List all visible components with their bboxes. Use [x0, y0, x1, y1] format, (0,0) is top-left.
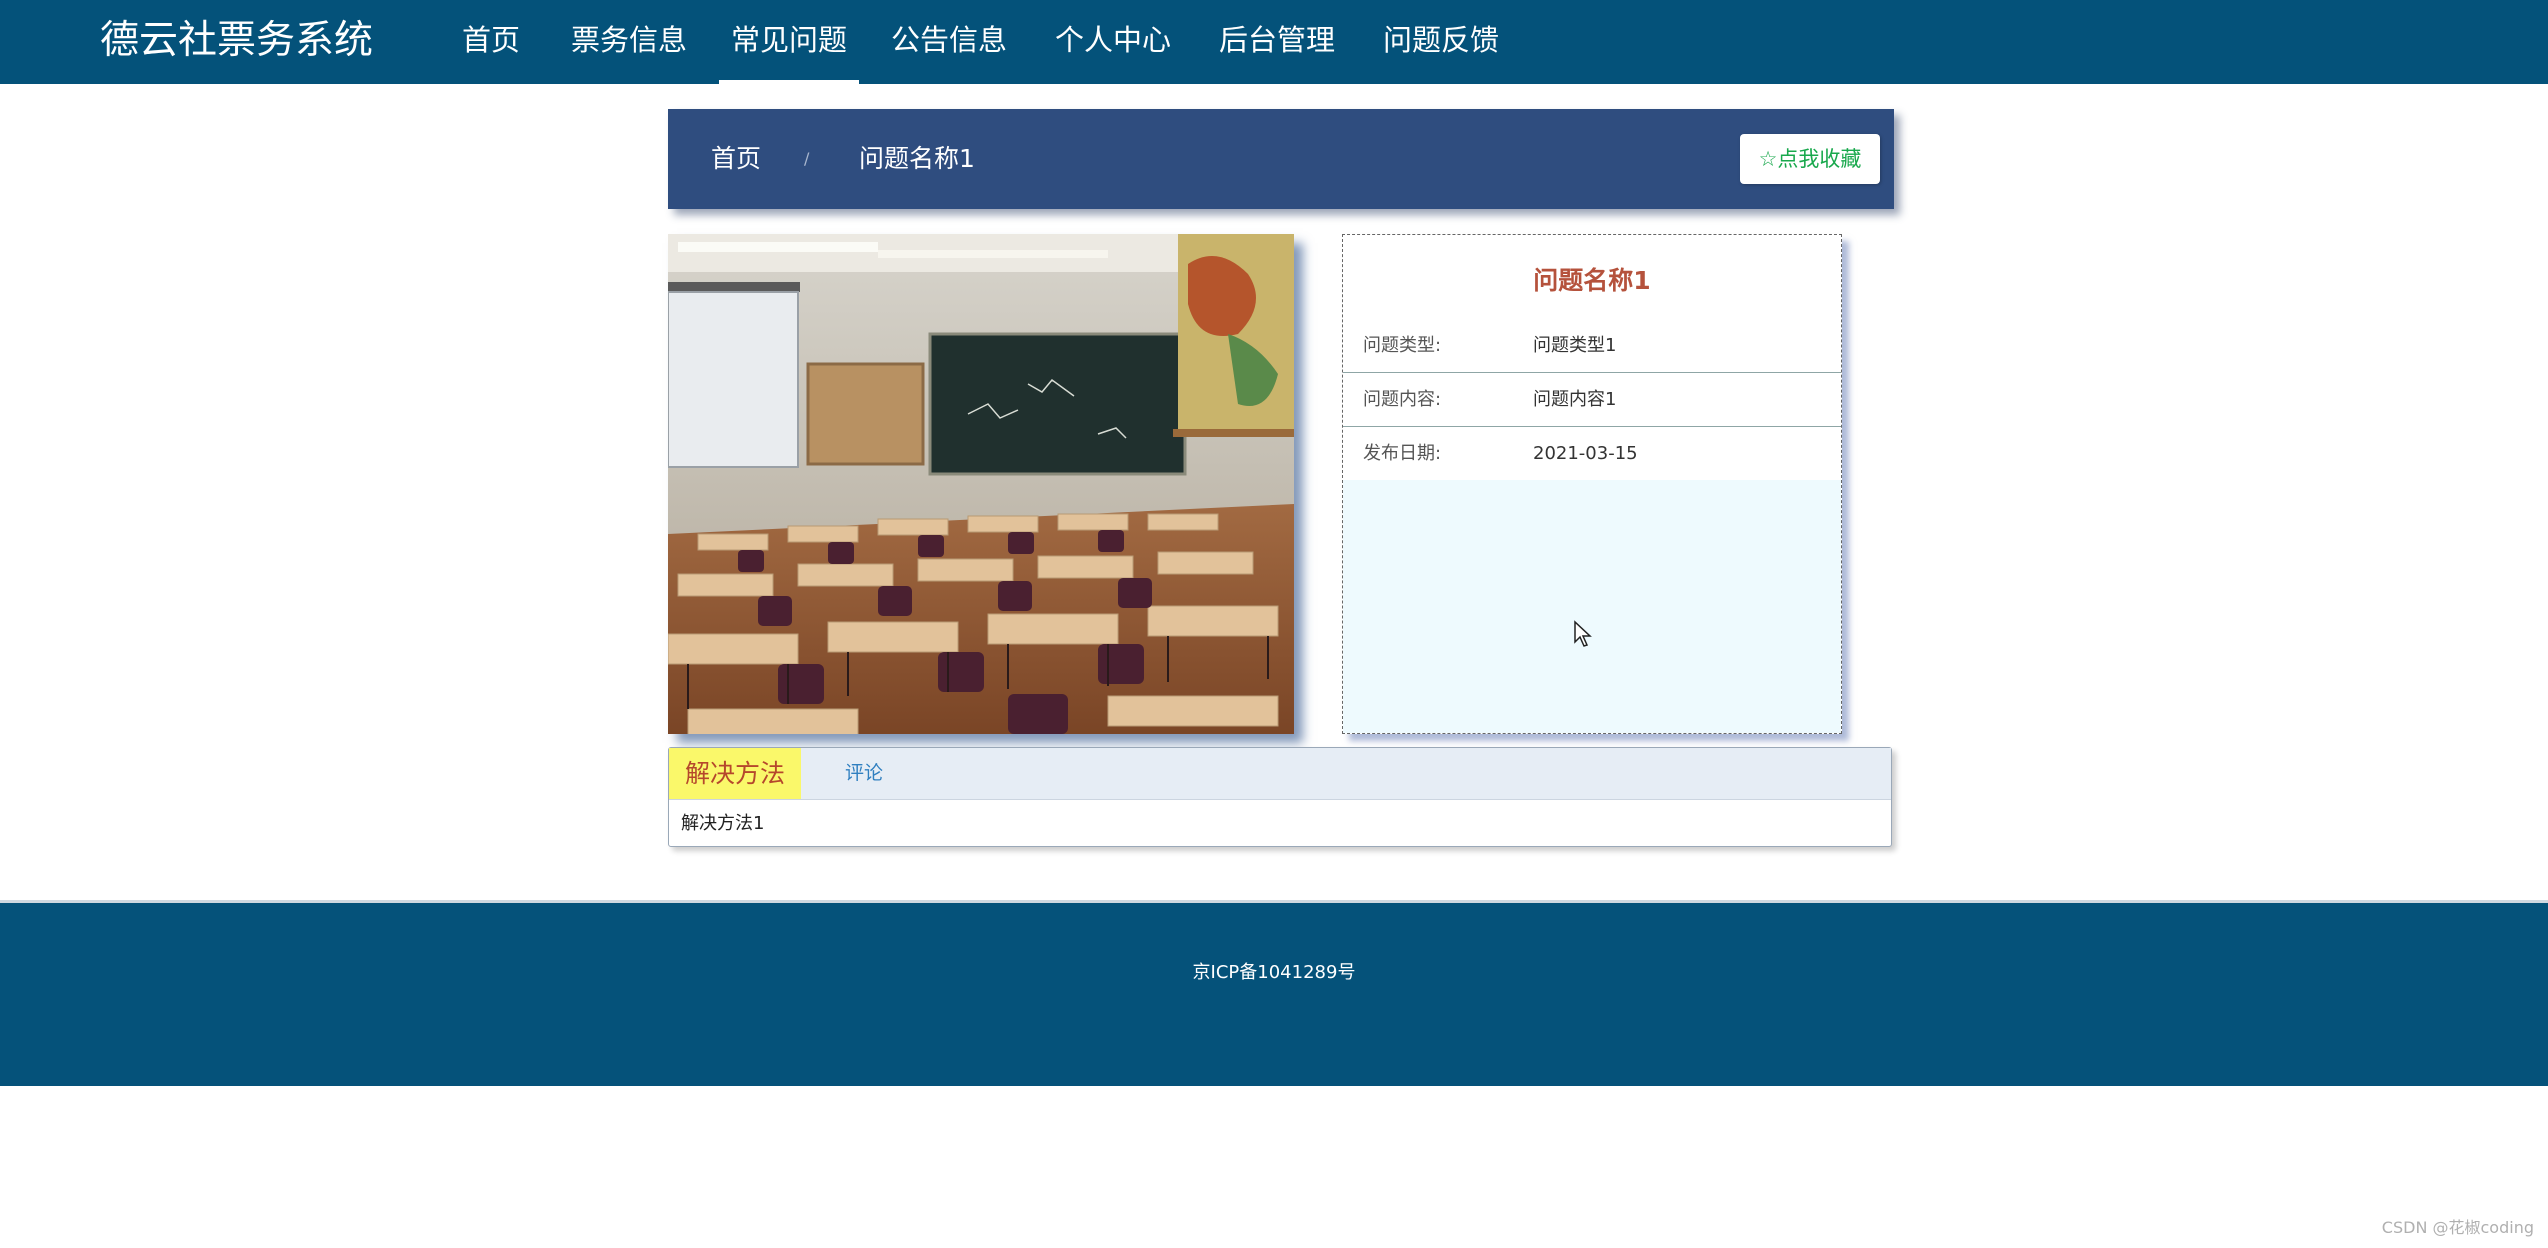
detail-row-date: 发布日期: 2021-03-15 [1343, 426, 1841, 481]
detail-row-type: 问题类型: 问题类型1 [1343, 318, 1841, 373]
nav-item-feedback[interactable]: 问题反馈 [1383, 20, 1499, 64]
tab-content-solution: 解决方法1 [681, 813, 765, 834]
breadcrumb-current: 问题名称1 [859, 144, 975, 173]
detail-value-type: 问题类型1 [1533, 335, 1617, 356]
question-detail-card: 问题名称1 问题类型: 问题类型1 问题内容: 问题内容1 发布日期: 2021… [1342, 234, 1842, 734]
question-image [668, 234, 1294, 734]
breadcrumb: 首页 / 问题名称1 ☆点我收藏 [668, 109, 1894, 209]
detail-value-date: 2021-03-15 [1533, 443, 1638, 464]
breadcrumb-home-link[interactable]: 首页 [711, 141, 761, 177]
detail-empty-area [1343, 480, 1841, 733]
detail-tabs: 解决方法 评论 解决方法1 [668, 747, 1892, 847]
nav-item-home[interactable]: 首页 [462, 20, 520, 64]
nav-item-admin[interactable]: 后台管理 [1219, 20, 1335, 64]
nav-item-tickets[interactable]: 票务信息 [571, 20, 687, 64]
nav-item-profile[interactable]: 个人中心 [1055, 20, 1171, 64]
detail-row-content: 问题内容: 问题内容1 [1343, 372, 1841, 427]
detail-title: 问题名称1 [1533, 266, 1651, 295]
mouse-cursor-icon [1574, 620, 1592, 647]
detail-label-type: 问题类型: [1363, 335, 1442, 356]
breadcrumb-separator: / [804, 149, 810, 168]
site-brand[interactable]: 德云社票务系统 [100, 14, 373, 68]
tab-strip: 解决方法 评论 [669, 748, 1891, 800]
detail-label-date: 发布日期: [1363, 443, 1442, 464]
tab-solution[interactable]: 解决方法 [669, 748, 801, 799]
classroom-photo [668, 234, 1294, 734]
footer-icp-text: 京ICP备1041289号 [1192, 962, 1356, 983]
detail-label-content: 问题内容: [1363, 389, 1442, 410]
detail-value-content: 问题内容1 [1533, 389, 1617, 410]
favorite-button[interactable]: ☆点我收藏 [1740, 134, 1880, 184]
favorite-button-label: 点我收藏 [1777, 147, 1862, 171]
watermark-text: CSDN @花椒coding [2381, 1218, 2534, 1237]
nav-item-announcements[interactable]: 公告信息 [891, 20, 1007, 64]
nav-item-faq[interactable]: 常见问题 [718, 20, 860, 84]
page-footer: 京ICP备1041289号 [0, 900, 2548, 1086]
top-navbar: 德云社票务系统 首页 票务信息 常见问题 公告信息 个人中心 后台管理 问题反馈 [0, 0, 2548, 84]
tab-comments[interactable]: 评论 [845, 748, 883, 799]
star-outline-icon: ☆ [1758, 147, 1778, 171]
